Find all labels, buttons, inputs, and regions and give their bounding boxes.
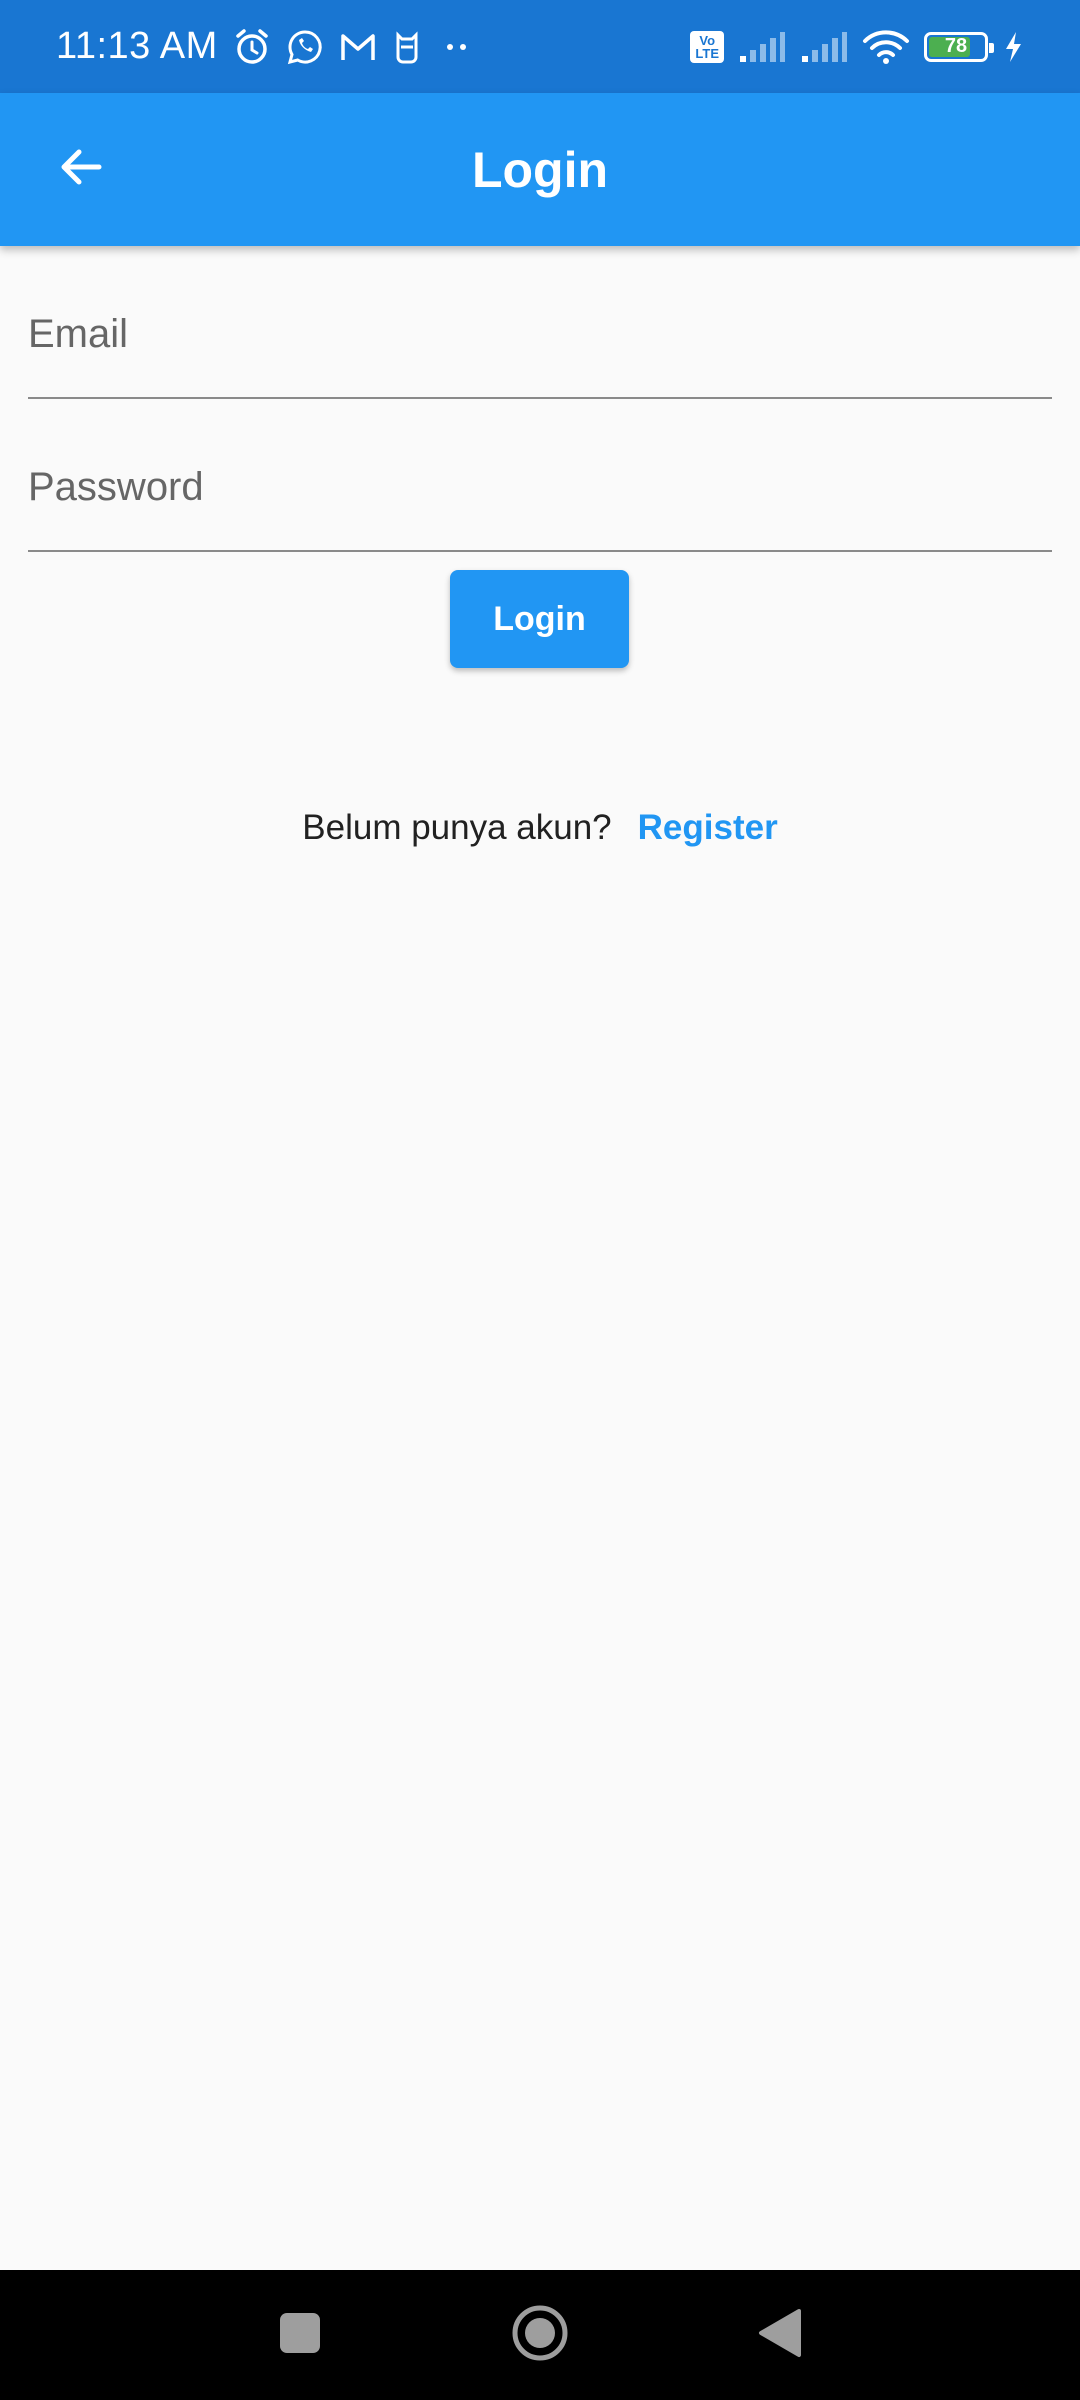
password-field-container (28, 399, 1052, 552)
more-dots-icon (436, 37, 476, 57)
status-time: 11:13 AM (56, 25, 218, 67)
email-field[interactable] (28, 279, 1052, 389)
signal-sim2-icon (800, 30, 848, 64)
recents-button[interactable] (260, 2295, 340, 2375)
status-right: Vo LTE 78 (690, 29, 1024, 65)
signal-sim1-icon (738, 30, 786, 64)
app-bar: Login (0, 93, 1080, 246)
register-row: Belum punya akun? Register (0, 808, 1080, 848)
page-title: Login (471, 141, 609, 198)
home-icon (510, 2303, 570, 2368)
password-field[interactable] (28, 432, 1052, 542)
cat-app-icon (392, 29, 422, 65)
home-button[interactable] (500, 2295, 580, 2375)
back-button[interactable] (40, 129, 120, 209)
battery-cap (989, 42, 994, 53)
system-back-button[interactable] (740, 2295, 820, 2375)
system-nav-bar (0, 2270, 1080, 2400)
whatsapp-icon (286, 28, 324, 66)
register-link[interactable]: Register (638, 808, 778, 848)
status-bar: 11:13 AM Vo LTE 78 (0, 0, 1080, 93)
arrow-back-icon (55, 142, 105, 197)
login-screen: 11:13 AM Vo LTE 78 Login Email Login Bel… (0, 0, 1080, 2400)
charging-icon (1002, 30, 1024, 64)
email-field-container (28, 246, 1052, 399)
battery-level-label: 78 (944, 35, 968, 57)
battery-icon: 78 (924, 31, 994, 62)
login-form (28, 246, 1052, 552)
gmail-icon (338, 30, 378, 64)
volte-icon: Vo LTE (690, 30, 724, 63)
wifi-icon (862, 29, 910, 65)
status-left: 11:13 AM (56, 25, 476, 68)
register-prompt: Belum punya akun? (302, 808, 612, 847)
alarm-icon (232, 27, 272, 67)
login-button[interactable]: Login (450, 570, 629, 668)
recents-icon (278, 2311, 322, 2360)
back-icon (757, 2308, 803, 2363)
